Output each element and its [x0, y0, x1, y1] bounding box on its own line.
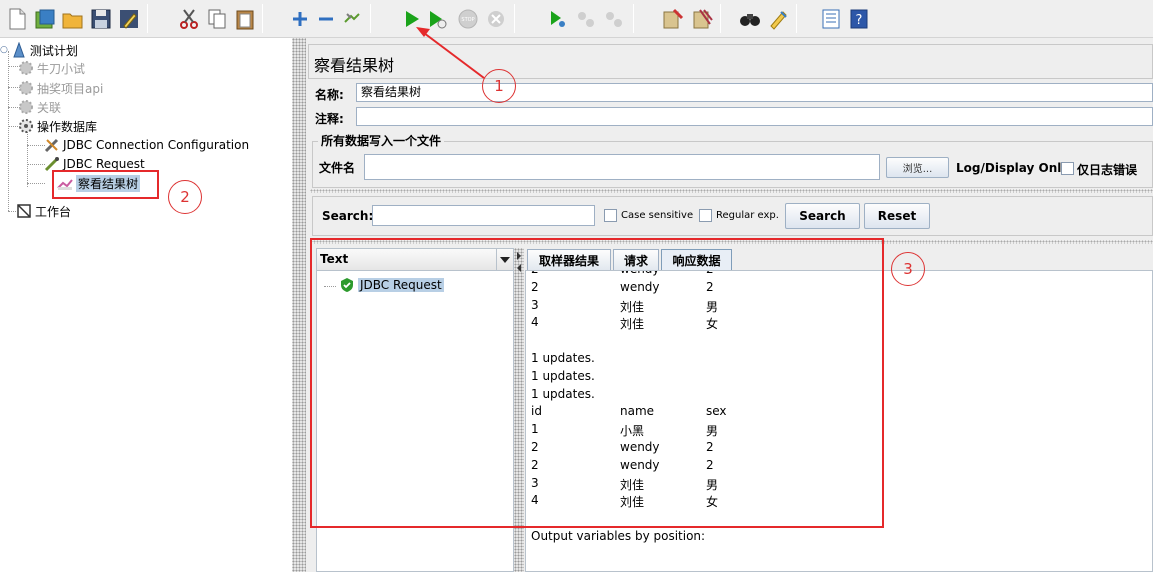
- search-button[interactable]: Search: [785, 203, 860, 229]
- name-label: 名称:: [315, 88, 344, 102]
- comment-input[interactable]: [356, 107, 1153, 126]
- search-icon[interactable]: [737, 5, 762, 32]
- tree-item-test-plan[interactable]: ○ 测试计划: [0, 41, 78, 59]
- name-input[interactable]: 察看结果树: [356, 83, 1153, 102]
- comment-label: 注释:: [315, 112, 344, 126]
- response-cell: Output variables by position:: [531, 529, 706, 543]
- collapse-icon[interactable]: [313, 5, 338, 32]
- workbench-icon: [16, 203, 32, 219]
- filename-label: 文件名: [319, 161, 356, 175]
- tree-item-label: 关联: [37, 100, 62, 115]
- cut-icon[interactable]: [176, 5, 201, 32]
- gear-icon: [18, 80, 34, 96]
- annotation-marker-2: 2: [168, 180, 202, 214]
- new-icon[interactable]: [4, 5, 29, 32]
- filename-input[interactable]: [364, 154, 880, 180]
- save-icon[interactable]: [88, 5, 113, 32]
- tree-item-thread-group[interactable]: 抽奖项目api: [18, 79, 103, 97]
- reset-search-icon[interactable]: [765, 5, 790, 32]
- tree-item-jdbc-connection[interactable]: JDBC Connection Configuration: [44, 136, 249, 154]
- expand-handle-icon[interactable]: ○: [0, 45, 8, 55]
- toggle-icon[interactable]: [339, 5, 364, 32]
- annotation-marker-3: 3: [891, 252, 925, 286]
- clear-icon[interactable]: [660, 5, 685, 32]
- clear-all-icon[interactable]: [690, 5, 715, 32]
- expand-icon[interactable]: [287, 5, 312, 32]
- gear-icon: [18, 99, 34, 115]
- templates-icon[interactable]: [32, 5, 57, 32]
- tree-item-label: 抽奖项目api: [37, 81, 104, 96]
- remote-shutdown-icon[interactable]: [601, 5, 626, 32]
- errors-only-label: 仅日志错误: [1077, 163, 1138, 177]
- tree-item-workbench[interactable]: 工作台: [16, 202, 71, 220]
- main-splitter[interactable]: [292, 38, 306, 572]
- svg-text:?: ?: [855, 13, 862, 28]
- splitter-handle[interactable]: [310, 189, 1153, 193]
- search-input[interactable]: [372, 205, 595, 226]
- paste-icon[interactable]: [232, 5, 257, 32]
- tree-item-thread-group[interactable]: 关联: [18, 98, 61, 116]
- regex-checkbox[interactable]: [699, 209, 712, 222]
- tree-item-label: 牛刀小试: [37, 61, 86, 76]
- tree-item-label: JDBC Connection Configuration: [63, 138, 250, 152]
- remote-start-icon[interactable]: [545, 5, 570, 32]
- annotation-marker-1: 1: [482, 69, 516, 103]
- annotation-box-view-results-tree: [52, 170, 159, 199]
- test-plan-icon: [11, 41, 27, 58]
- case-sensitive-checkbox[interactable]: [604, 209, 617, 222]
- help-icon[interactable]: ?: [846, 5, 871, 32]
- file-group-title: 所有数据写入一个文件: [318, 132, 445, 149]
- tree-item-label: JDBC Request: [63, 157, 145, 171]
- test-plan-tree: ○ 测试计划 牛刀小试 抽奖项目api 关联 操作数据库 JDBC Connec…: [0, 38, 292, 572]
- reset-button[interactable]: Reset: [864, 203, 930, 229]
- log-display-label: Log/Display Only:: [956, 161, 1074, 175]
- tree-item-label: 工作台: [35, 204, 72, 219]
- tree-item-thread-group[interactable]: 操作数据库: [18, 117, 97, 135]
- remote-stop-icon[interactable]: [573, 5, 598, 32]
- errors-only-checkbox[interactable]: [1061, 162, 1074, 175]
- case-sensitive-label: Case sensitive: [621, 210, 694, 221]
- annotation-box-results: [310, 238, 884, 528]
- panel-title: 察看结果树: [314, 56, 395, 75]
- copy-icon[interactable]: [204, 5, 229, 32]
- tree-item-thread-group[interactable]: 牛刀小试: [18, 59, 85, 77]
- regex-label: Regular exp.: [716, 210, 779, 221]
- save-as-icon[interactable]: [116, 5, 141, 32]
- open-icon[interactable]: [60, 5, 85, 32]
- tree-item-label: 操作数据库: [37, 119, 98, 134]
- tree-item-label: 测试计划: [29, 43, 78, 58]
- gear-icon: [18, 118, 34, 134]
- wrench-icon: [44, 137, 60, 153]
- toolbar: STOP ?: [0, 0, 1153, 38]
- gear-icon: [18, 60, 34, 76]
- search-label: Search:: [322, 209, 374, 223]
- view-results-tree-panel: 察看结果树 名称: 察看结果树 注释: 所有数据写入一个文件 文件名 浏览...…: [306, 38, 1153, 572]
- annotation-arrow-icon: [416, 27, 485, 79]
- function-helper-icon[interactable]: [818, 5, 843, 32]
- browse-button[interactable]: 浏览...: [886, 157, 949, 178]
